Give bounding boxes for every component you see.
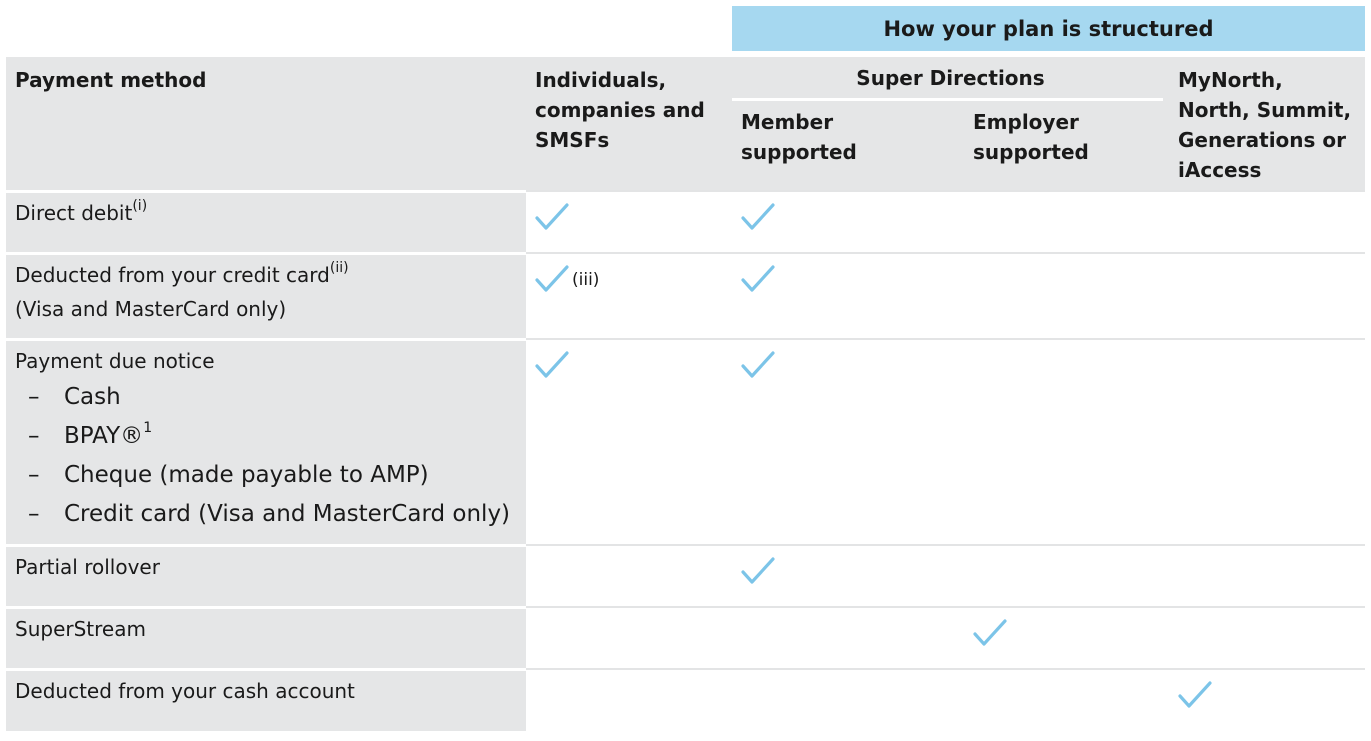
cell-individuals — [526, 190, 732, 252]
row-label-cash-account: Deducted from your cash account — [6, 668, 526, 731]
cell-individuals — [526, 606, 732, 668]
cell-employer-supported — [964, 252, 1169, 338]
cell-mynorth — [1169, 252, 1365, 338]
check-icon — [535, 350, 569, 382]
footnote-note: (iii) — [572, 270, 600, 290]
check-icon — [535, 264, 569, 296]
cell-member-supported — [732, 190, 964, 252]
cell-employer-supported — [964, 544, 1169, 606]
cell-mynorth — [1169, 668, 1365, 731]
cell-member-supported — [732, 668, 964, 731]
column-header-individuals: Individuals, companies and SMSFs — [526, 57, 732, 190]
row-label-credit-card: Deducted from your credit card(ii) (Visa … — [6, 252, 526, 338]
row-label-direct-debit: Direct debit(i) — [6, 190, 526, 252]
check-icon — [741, 556, 775, 588]
cell-mynorth — [1169, 338, 1365, 544]
column-header-payment-method: Payment method — [6, 57, 526, 190]
cell-employer-supported — [964, 338, 1169, 544]
row-label-partial-rollover: Partial rollover — [6, 544, 526, 606]
payment-options-list: – Cash – BPAY®1 – Cheque (made payable to A… — [15, 378, 517, 534]
payment-methods-table: How your plan is structured Payment meth… — [6, 6, 1365, 741]
cell-employer-supported — [964, 606, 1169, 668]
label-text: Direct debit — [15, 201, 133, 225]
check-icon — [741, 202, 775, 234]
check-icon — [741, 264, 775, 296]
cell-member-supported — [732, 338, 964, 544]
cell-employer-supported — [964, 190, 1169, 252]
check-icon — [741, 350, 775, 382]
column-header-member-supported: Member supported — [741, 110, 857, 164]
cell-individuals — [526, 544, 732, 606]
check-icon — [1178, 680, 1212, 712]
list-item: – Credit card (Visa and MasterCard only) — [28, 501, 511, 527]
row-label-payment-due-notice: Payment due notice – Cash – BPAY®1 – Cheque… — [6, 338, 526, 544]
cell-member-supported — [732, 252, 964, 338]
plan-structure-banner: How your plan is structured — [732, 6, 1365, 51]
label-line-2: (Visa and MasterCard only) — [15, 297, 287, 321]
footnote-ref: (i) — [132, 198, 148, 215]
column-group-super-directions: Super Directions Member supported Employ… — [732, 57, 1169, 190]
check-icon — [535, 202, 569, 234]
column-header-super-directions: Super Directions — [856, 65, 1045, 90]
cell-member-supported — [732, 544, 964, 606]
column-header-employer-supported: Employer supported — [973, 110, 1089, 164]
label-text: Payment due notice — [15, 349, 215, 373]
label-text: Deducted from your credit card — [15, 263, 330, 287]
cell-employer-supported — [964, 668, 1169, 731]
cell-individuals — [526, 338, 732, 544]
list-item: – Cash — [28, 384, 121, 410]
cell-individuals: (iii) — [526, 252, 732, 338]
cell-mynorth — [1169, 544, 1365, 606]
cell-mynorth — [1169, 606, 1365, 668]
list-item: – BPAY®1 — [28, 420, 153, 449]
list-item: – Cheque (made payable to AMP) — [28, 462, 429, 488]
cell-mynorth — [1169, 190, 1365, 252]
row-label-superstream: SuperStream — [6, 606, 526, 668]
check-icon — [973, 618, 1007, 650]
column-header-mynorth: MyNorth, North, Summit, Generations or i… — [1169, 57, 1365, 190]
cell-individuals — [526, 668, 732, 731]
cell-member-supported — [732, 606, 964, 668]
footnote-ref: (ii) — [329, 260, 349, 277]
blank-header-area — [6, 6, 732, 51]
